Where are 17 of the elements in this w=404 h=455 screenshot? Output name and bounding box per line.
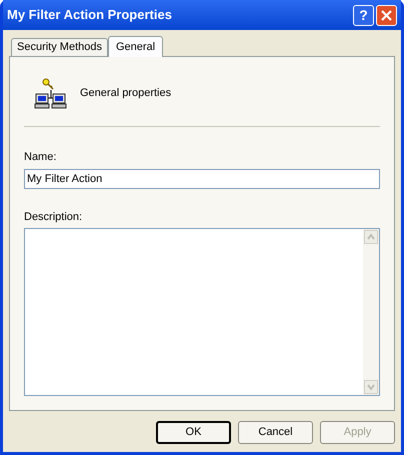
network-key-icon: [34, 76, 68, 110]
dialog-button[interactable]: Cancel: [238, 421, 313, 444]
window-title: My Filter Action Properties: [7, 6, 173, 24]
scrollbar[interactable]: [363, 229, 379, 395]
scroll-up-icon[interactable]: [364, 230, 378, 244]
scroll-down-icon[interactable]: [364, 380, 378, 394]
help-button[interactable]: ?: [353, 4, 374, 26]
header-text: General properties: [80, 86, 172, 101]
description-label: Description:: [24, 210, 82, 224]
close-button[interactable]: [376, 4, 397, 26]
tab[interactable]: Security Methods: [11, 38, 108, 56]
name-label: Name:: [24, 150, 56, 165]
dialog-button[interactable]: OK: [156, 421, 231, 444]
close-icon: [381, 10, 392, 20]
name-field[interactable]: My Filter Action: [24, 168, 380, 188]
description-field[interactable]: [24, 228, 380, 396]
tab[interactable]: General: [108, 36, 164, 57]
